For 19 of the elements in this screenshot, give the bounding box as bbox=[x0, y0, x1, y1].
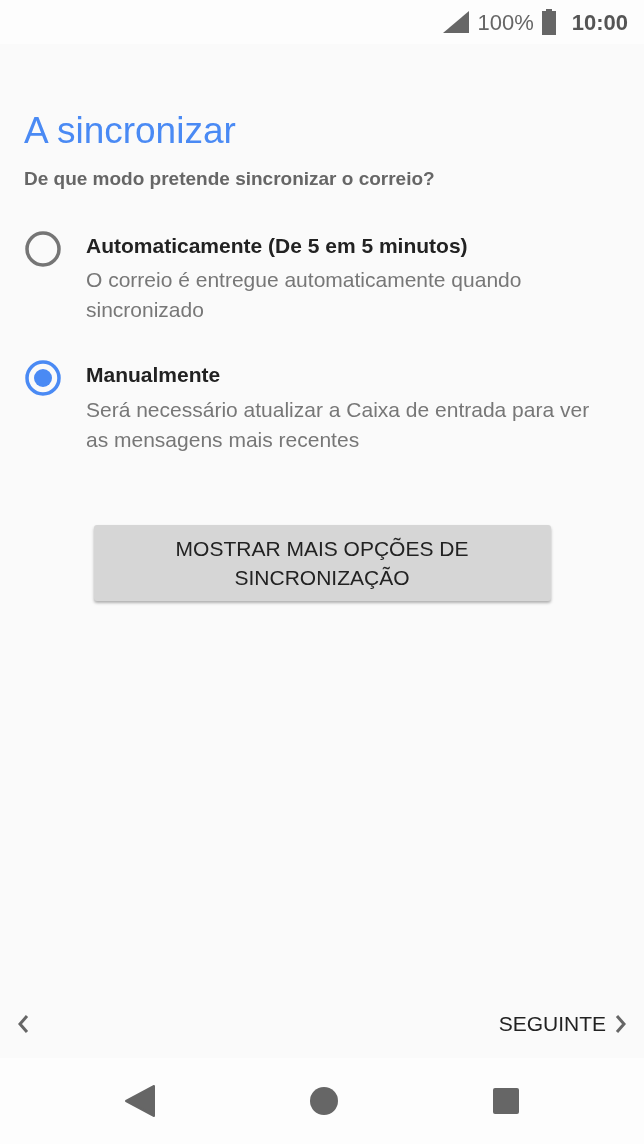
more-options-button[interactable]: MOSTRAR MAIS OPÇÕES DE SINCRONIZAÇÃO bbox=[93, 524, 551, 601]
clock: 10:00 bbox=[571, 8, 628, 37]
back-icon[interactable] bbox=[124, 1084, 157, 1118]
battery-percentage: 100% bbox=[477, 8, 534, 37]
page-title: A sincronizar bbox=[24, 112, 237, 149]
option-description: O correio é entregue automaticamente quando sincronizado bbox=[86, 267, 523, 323]
recents-icon[interactable] bbox=[491, 1087, 520, 1115]
next-button[interactable]: SEGUINTE bbox=[498, 1008, 628, 1040]
battery-icon bbox=[541, 9, 556, 35]
signal-icon bbox=[443, 11, 470, 33]
option-description: Será necessário atualizar a Caixa de entrada para ver as mensagens mais recentes bbox=[86, 396, 591, 453]
option-label: Automaticamente (De 5 em 5 minutos) bbox=[86, 232, 469, 259]
chevron-icon bbox=[614, 1013, 628, 1035]
option-label: Manualmente bbox=[86, 362, 222, 388]
home-icon[interactable] bbox=[309, 1086, 339, 1116]
radio-button[interactable] bbox=[24, 229, 62, 268]
subtitle: De que modo pretende sincronizar o correio? bbox=[24, 167, 436, 191]
back-chevron-icon[interactable] bbox=[16, 1013, 30, 1035]
radio-button[interactable] bbox=[24, 359, 62, 397]
